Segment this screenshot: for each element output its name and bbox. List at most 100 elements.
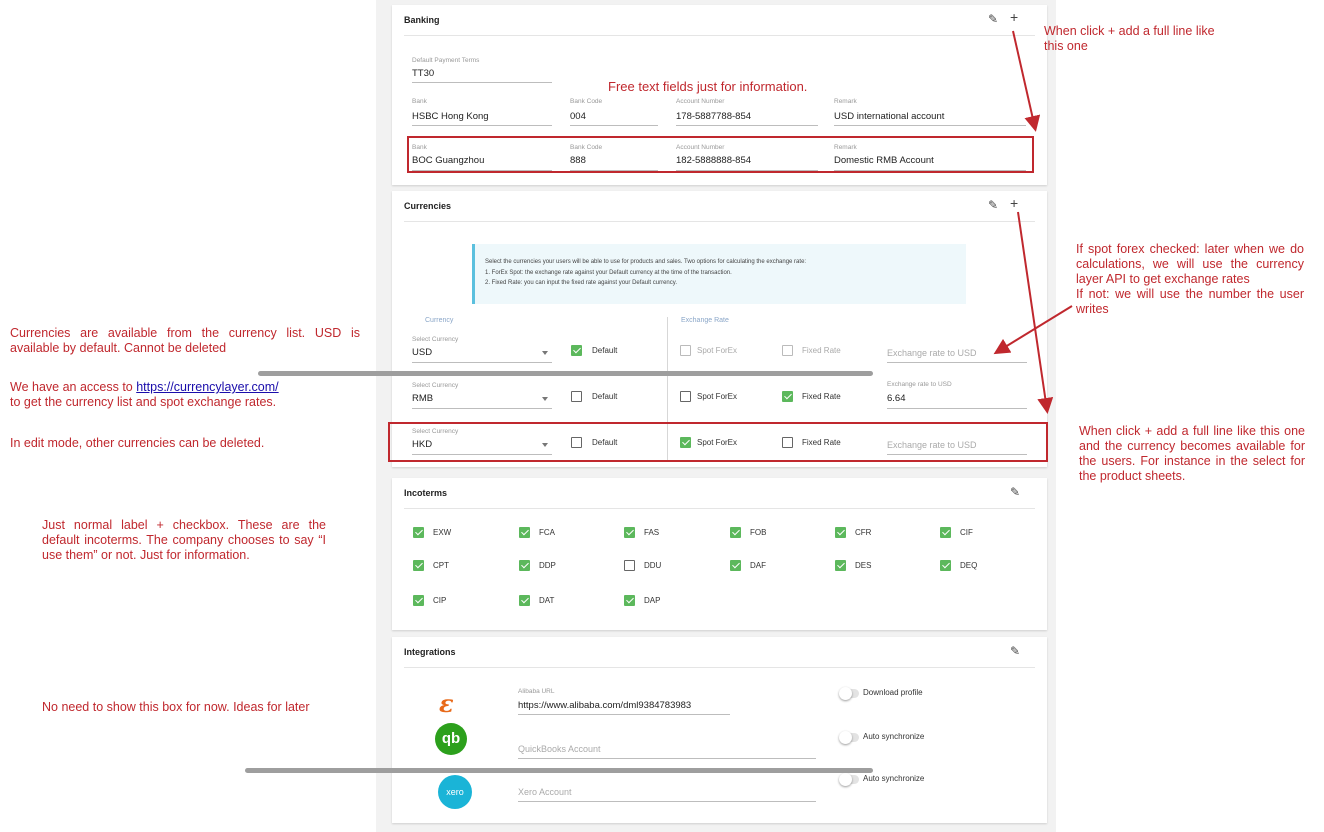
access-prefix: We have an access to [10, 380, 137, 394]
spot-forex-checkbox[interactable] [680, 391, 691, 402]
incoterm-checkbox[interactable] [624, 527, 635, 538]
incoterm-label: CIF [960, 528, 973, 537]
edit-mode-annotation: In edit mode, other currencies can be de… [10, 436, 265, 450]
account-number-value[interactable]: 178-5887788-854 [676, 111, 751, 122]
download-profile-toggle[interactable] [839, 687, 859, 700]
currency-select-underline [412, 408, 552, 409]
banking-new-line-highlight [407, 136, 1034, 173]
default-label: Default [592, 392, 618, 401]
bank-underline [412, 125, 552, 126]
chevron-down-icon[interactable] [542, 397, 548, 401]
incoterm-checkbox[interactable] [413, 527, 424, 538]
add-plus-icon[interactable]: + [1010, 10, 1018, 24]
incoterm-label: EXW [433, 528, 452, 537]
currencies-title: Currencies [404, 201, 452, 211]
incoterm-checkbox[interactable] [730, 527, 741, 538]
chevron-down-icon[interactable] [542, 351, 548, 355]
alibaba-url-input[interactable]: https://www.alibaba.com/dml9384783983 [518, 700, 691, 711]
spot-forex-checkbox[interactable] [680, 345, 691, 356]
edit-pencil-icon[interactable]: ✎ [1010, 645, 1020, 657]
integrations-card: Integrations ✎ ε Alibaba URL https://www… [392, 637, 1047, 823]
info-line: 1. ForEx Spot: the exchange rate against… [485, 269, 732, 276]
incoterm-label: CFR [855, 528, 872, 537]
incoterm-label: FAS [644, 528, 660, 537]
incoterm-checkbox[interactable] [835, 527, 846, 538]
bank-code-label: Bank Code [570, 98, 603, 105]
currency-select-value[interactable]: RMB [412, 393, 433, 404]
horizontal-scrollbar[interactable] [258, 371, 873, 376]
exchange-rate-underline [887, 408, 1027, 409]
exchange-rate-value[interactable]: 6.64 [887, 393, 906, 404]
incoterm-checkbox[interactable] [624, 595, 635, 606]
exchange-rate-column-header: Exchange Rate [681, 317, 729, 324]
incoterm-checkbox[interactable] [413, 560, 424, 571]
banking-plus-annotation: When click + add a full line like this o… [1044, 24, 1215, 53]
divider [404, 667, 1035, 668]
incoterm-checkbox[interactable] [413, 595, 424, 606]
auto-synchronize-label: Auto synchronize [863, 732, 925, 741]
quickbooks-account-input[interactable]: QuickBooks Account [518, 744, 601, 754]
bank-code-value[interactable]: 004 [570, 111, 586, 122]
spot-forex-annotation: If spot forex checked: later when we do … [1076, 242, 1304, 316]
currencies-info-box: Select the currencies your users will be… [472, 244, 966, 304]
alibaba-url-label: Alibaba URL [518, 688, 555, 695]
incoterm-checkbox[interactable] [730, 560, 741, 571]
payment-terms-value[interactable]: TT30 [412, 68, 434, 79]
incoterms-annotation: Just normal label + checkbox. These are … [42, 518, 326, 562]
currencylayer-link[interactable]: https://currencylayer.com/ [136, 380, 278, 394]
incoterm-checkbox[interactable] [940, 527, 951, 538]
fixed-rate-checkbox[interactable] [782, 391, 793, 402]
exchange-rate-input[interactable]: Exchange rate to USD [887, 348, 977, 358]
quickbooks-underline [518, 758, 816, 759]
incoterm-checkbox[interactable] [940, 560, 951, 571]
spot-forex-label: Spot ForEx [697, 346, 738, 355]
remark-value[interactable]: USD international account [834, 111, 944, 122]
alibaba-logo: ε [439, 689, 454, 718]
alibaba-url-underline [518, 714, 730, 715]
add-plus-icon[interactable]: + [1010, 196, 1018, 210]
bank-label: Bank [412, 98, 427, 105]
bank-value[interactable]: HSBC Hong Kong [412, 111, 489, 122]
payment-terms-underline [412, 82, 552, 83]
currencies-list-annotation: Currencies are available from the curren… [10, 326, 360, 355]
incoterm-label: DDP [539, 561, 556, 570]
default-label: Default [592, 346, 618, 355]
currencylayer-annotation: We have an access to https://currencylay… [10, 380, 365, 410]
info-line: Select the currencies your users will be… [485, 259, 807, 265]
xero-account-input[interactable]: Xero Account [518, 787, 572, 797]
account-number-label: Account Number [676, 98, 725, 105]
edit-pencil-icon[interactable]: ✎ [988, 199, 998, 211]
horizontal-scrollbar[interactable] [245, 768, 873, 773]
incoterms-title: Incoterms [404, 488, 448, 498]
incoterm-label: DAT [539, 596, 555, 605]
payment-terms-label: Default Payment Terms [412, 57, 480, 64]
currency-plus-annotation: When click + add a full line like this o… [1079, 424, 1305, 483]
incoterm-checkbox[interactable] [624, 560, 635, 571]
currency-select-value[interactable]: USD [412, 347, 432, 358]
remark-label: Remark [834, 98, 857, 105]
free-text-note: Free text fields just for information. [608, 79, 808, 94]
divider [404, 508, 1035, 509]
divider [404, 35, 1035, 36]
auto-synchronize-toggle[interactable] [839, 731, 859, 744]
select-currency-label: Select Currency [412, 382, 459, 389]
incoterm-label: DDU [644, 561, 662, 570]
incoterm-label: DAP [644, 596, 661, 605]
incoterm-checkbox[interactable] [835, 560, 846, 571]
incoterm-checkbox[interactable] [519, 560, 530, 571]
edit-pencil-icon[interactable]: ✎ [1010, 486, 1020, 498]
default-checkbox[interactable] [571, 391, 582, 402]
currency-column-header: Currency [425, 317, 454, 324]
incoterm-label: FOB [750, 528, 767, 537]
incoterm-checkbox[interactable] [519, 527, 530, 538]
auto-synchronize-toggle[interactable] [839, 773, 859, 786]
incoterm-checkbox[interactable] [519, 595, 530, 606]
incoterm-label: CIP [433, 596, 447, 605]
default-checkbox[interactable] [571, 345, 582, 356]
select-currency-label: Select Currency [412, 336, 459, 343]
fixed-rate-checkbox[interactable] [782, 345, 793, 356]
currency-new-line-highlight [388, 422, 1048, 462]
xero-logo: xero [438, 775, 472, 809]
spot-forex-label: Spot ForEx [697, 392, 738, 401]
edit-pencil-icon[interactable]: ✎ [988, 13, 998, 25]
